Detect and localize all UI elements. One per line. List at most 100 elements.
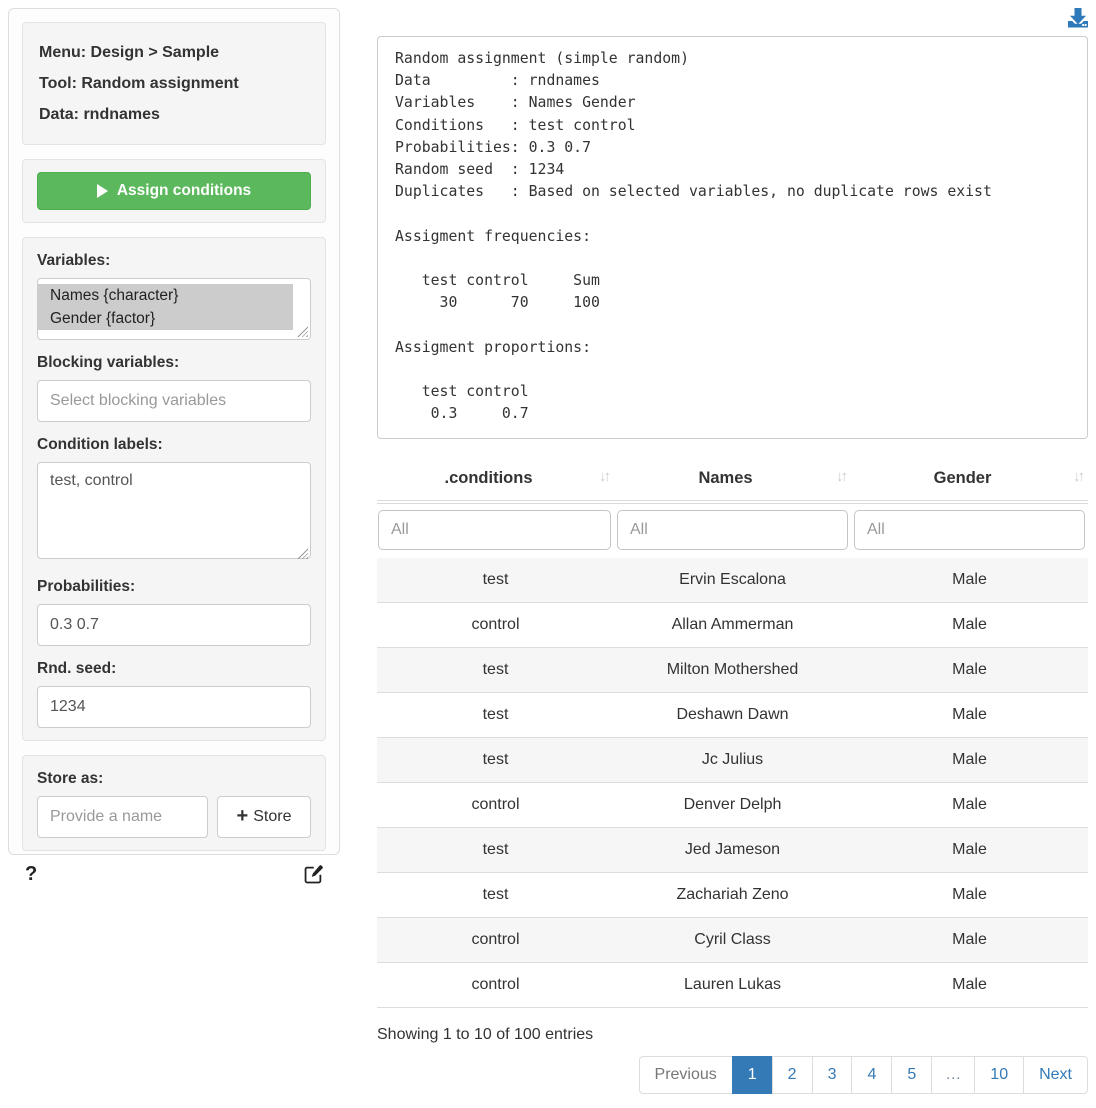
store-button[interactable]: + Store [217,796,311,838]
pagination-next[interactable]: Next [1024,1056,1088,1094]
play-icon [97,184,108,198]
cell-gender: Male [851,828,1088,873]
assignment-summary-text: Random assignment (simple random) Data :… [395,48,1070,425]
variables-option-gender[interactable]: Gender {factor} [38,307,293,330]
cell-name: Denver Delph [614,783,851,828]
action-panel: Assign conditions [22,159,326,223]
cell-gender: Male [851,963,1088,1008]
variables-option-names[interactable]: Names {character} [38,284,293,307]
output-panel: Random assignment (simple random) Data :… [377,36,1088,439]
store-button-label: Store [253,808,291,826]
cell-gender: Male [851,873,1088,918]
cell-condition: control [377,918,614,963]
table-row: control Cyril Class Male [377,918,1088,963]
probabilities-input[interactable] [37,604,311,646]
cell-condition: test [377,558,614,603]
help-icon[interactable]: ? [25,863,37,886]
column-header-conditions[interactable]: .conditions ↓↑ [377,455,614,502]
cell-name: Jed Jameson [614,828,851,873]
main-content: Random assignment (simple random) Data :… [377,8,1088,1094]
sort-icon: ↓↑ [836,468,845,485]
table-row: test Ervin Escalona Male [377,558,1088,603]
table-row: test Jc Julius Male [377,738,1088,783]
cell-condition: control [377,963,614,1008]
pagination-page-5[interactable]: 5 [892,1056,932,1094]
pagination-ellipsis: … [932,1056,975,1094]
column-header-gender[interactable]: Gender ↓↑ [851,455,1088,502]
variables-label: Variables: [37,252,311,270]
random-seed-label: Rnd. seed: [37,660,311,678]
plus-icon: + [237,806,249,826]
cell-gender: Male [851,783,1088,828]
cell-gender: Male [851,693,1088,738]
column-header-names[interactable]: Names ↓↑ [614,455,851,502]
pagination-page-1[interactable]: 1 [733,1056,773,1094]
sidebar: Menu: Design > Sample Tool: Random assig… [8,8,340,855]
random-seed-input[interactable] [37,686,311,728]
pagination-page-2[interactable]: 2 [773,1056,813,1094]
pagination-page-3[interactable]: 3 [813,1056,853,1094]
cell-name: Zachariah Zeno [614,873,851,918]
cell-condition: test [377,693,614,738]
blocking-variables-label: Blocking variables: [37,354,311,372]
cell-name: Lauren Lukas [614,963,851,1008]
cell-condition: control [377,603,614,648]
store-panel: Store as: + Store [22,755,326,851]
condition-labels-label: Condition labels: [37,436,311,454]
table-info: Showing 1 to 10 of 100 entries [377,1026,1088,1044]
page: Menu: Design > Sample Tool: Random assig… [0,0,1096,1102]
cell-condition: test [377,738,614,783]
cell-name: Ervin Escalona [614,558,851,603]
sidebar-footer: ? [22,861,326,886]
edit-icon[interactable] [304,865,323,884]
pagination: Previous 1 2 3 4 5 … 10 Next [377,1056,1088,1094]
assign-conditions-label: Assign conditions [117,182,251,200]
settings-panel: Variables: Names {character} Gender {fac… [22,237,326,741]
table-row: test Milton Mothershed Male [377,648,1088,693]
summary-panel: Menu: Design > Sample Tool: Random assig… [22,22,326,145]
table-row: test Zachariah Zeno Male [377,873,1088,918]
cell-condition: control [377,783,614,828]
blocking-variables-input[interactable] [37,380,311,422]
probabilities-label: Probabilities: [37,578,311,596]
cell-gender: Male [851,738,1088,783]
table-header-row: .conditions ↓↑ Names ↓↑ Gender ↓↑ [377,455,1088,502]
variables-listbox[interactable]: Names {character} Gender {factor} [37,278,311,340]
pagination-page-10[interactable]: 10 [975,1056,1024,1094]
dataset-label: Data: rndnames [39,99,309,130]
sort-icon: ↓↑ [599,468,608,485]
cell-condition: test [377,828,614,873]
cell-gender: Male [851,558,1088,603]
cell-gender: Male [851,603,1088,648]
pagination-page-4[interactable]: 4 [852,1056,892,1094]
sort-icon: ↓↑ [1073,468,1082,485]
cell-condition: test [377,648,614,693]
store-name-input[interactable] [37,796,208,838]
table-filter-row [377,502,1088,558]
table-row: test Deshawn Dawn Male [377,693,1088,738]
cell-gender: Male [851,648,1088,693]
resize-handle-icon[interactable] [297,326,308,337]
cell-name: Milton Mothershed [614,648,851,693]
cell-name: Allan Ammerman [614,603,851,648]
cell-name: Cyril Class [614,918,851,963]
pagination-previous[interactable]: Previous [639,1056,733,1094]
table-row: control Denver Delph Male [377,783,1088,828]
condition-labels-textarea[interactable]: test, control [37,462,311,559]
tool-label: Tool: Random assignment [39,68,309,99]
filter-input-conditions[interactable] [378,510,611,550]
menu-breadcrumb: Menu: Design > Sample [39,37,309,68]
table-row: control Lauren Lukas Male [377,963,1088,1008]
cell-condition: test [377,873,614,918]
cell-name: Jc Julius [614,738,851,783]
cell-name: Deshawn Dawn [614,693,851,738]
table-row: control Allan Ammerman Male [377,603,1088,648]
store-as-label: Store as: [37,770,311,788]
filter-input-names[interactable] [617,510,848,550]
table-row: test Jed Jameson Male [377,828,1088,873]
download-icon[interactable] [1068,8,1088,32]
assign-conditions-button[interactable]: Assign conditions [37,172,311,210]
results-table: .conditions ↓↑ Names ↓↑ Gender ↓↑ [377,455,1088,1008]
filter-input-gender[interactable] [854,510,1085,550]
cell-gender: Male [851,918,1088,963]
